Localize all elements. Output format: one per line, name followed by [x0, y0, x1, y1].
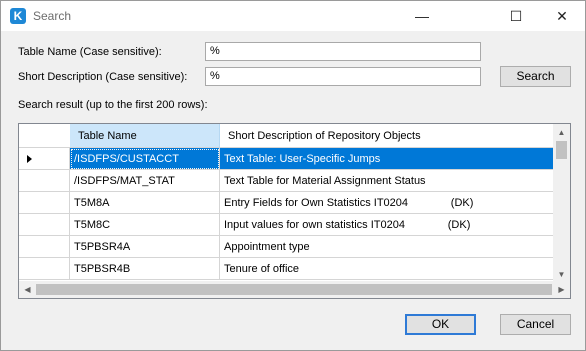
current-row-arrow-icon: [27, 155, 32, 163]
ok-button[interactable]: OK: [405, 314, 476, 335]
row-selector[interactable]: [19, 170, 70, 192]
vertical-scrollbar[interactable]: ▲ ▼: [553, 124, 570, 283]
table-row[interactable]: /ISDFPS/MAT_STAT Text Table for Material…: [19, 170, 559, 192]
column-header-table-name[interactable]: Table Name: [70, 124, 220, 148]
description-cell[interactable]: Tenure of office: [220, 258, 559, 280]
maximize-button[interactable]: ☐: [493, 1, 539, 31]
horizontal-scroll-thumb[interactable]: [36, 284, 552, 295]
table-row[interactable]: T5PBSR4B Tenure of office: [19, 258, 559, 280]
description-cell[interactable]: Text Table: User-Specific Jumps: [220, 148, 559, 170]
table-row[interactable]: T5M8A Entry Fields for Own Statistics IT…: [19, 192, 559, 214]
row-header-corner: [19, 124, 71, 148]
title-bar: K Search — ☐ ✕: [1, 1, 585, 31]
table-row[interactable]: T5PBSR4A Appointment type: [19, 236, 559, 258]
scroll-up-icon[interactable]: ▲: [553, 124, 570, 141]
column-header-short-description[interactable]: Short Description of Repository Objects: [220, 124, 560, 148]
table-name-cell[interactable]: T5PBSR4B: [70, 258, 220, 280]
table-name-label: Table Name (Case sensitive):: [18, 46, 162, 58]
row-selector[interactable]: [19, 214, 70, 236]
search-button[interactable]: Search: [500, 66, 571, 87]
row-selector[interactable]: [19, 148, 70, 170]
description-cell[interactable]: Entry Fields for Own Statistics IT0204 (…: [220, 192, 559, 214]
table-name-cell[interactable]: /ISDFPS/CUSTACCT: [70, 148, 220, 170]
table-name-cell[interactable]: /ISDFPS/MAT_STAT: [70, 170, 220, 192]
row-selector[interactable]: [19, 236, 70, 258]
description-cell[interactable]: Input values for own statistics IT0204 (…: [220, 214, 559, 236]
description-cell[interactable]: Appointment type: [220, 236, 559, 258]
table-row[interactable]: /ISDFPS/CUSTACCT Text Table: User-Specif…: [19, 148, 559, 170]
column-header-label: Short Description of Repository Objects: [228, 130, 421, 142]
window-title: Search: [33, 9, 72, 23]
table-row[interactable]: T5M8C Input values for own statistics IT…: [19, 214, 559, 236]
search-result-label: Search result (up to the first 200 rows)…: [18, 99, 208, 111]
scroll-left-icon[interactable]: ◀: [19, 281, 36, 298]
search-dialog: K Search — ☐ ✕ Table Name (Case sensitiv…: [0, 0, 586, 351]
short-description-input[interactable]: %: [205, 67, 481, 86]
vertical-scroll-thumb[interactable]: [556, 141, 567, 159]
row-selector[interactable]: [19, 192, 70, 214]
scroll-right-icon[interactable]: ▶: [553, 281, 570, 298]
table-name-cell[interactable]: T5M8A: [70, 192, 220, 214]
short-description-label: Short Description (Case sensitive):: [18, 71, 188, 83]
app-logo-icon: K: [10, 8, 26, 24]
minimize-button[interactable]: —: [399, 1, 445, 31]
description-cell[interactable]: Text Table for Material Assignment Statu…: [220, 170, 559, 192]
row-selector[interactable]: [19, 258, 70, 280]
horizontal-scrollbar[interactable]: ◀ ▶: [19, 281, 570, 298]
results-grid[interactable]: Table Name Short Description of Reposito…: [18, 123, 571, 299]
column-header-label: Table Name: [78, 130, 137, 142]
table-name-cell[interactable]: T5PBSR4A: [70, 236, 220, 258]
table-name-cell[interactable]: T5M8C: [70, 214, 220, 236]
cancel-button[interactable]: Cancel: [500, 314, 571, 335]
table-name-input[interactable]: %: [205, 42, 481, 61]
close-button[interactable]: ✕: [539, 1, 585, 31]
